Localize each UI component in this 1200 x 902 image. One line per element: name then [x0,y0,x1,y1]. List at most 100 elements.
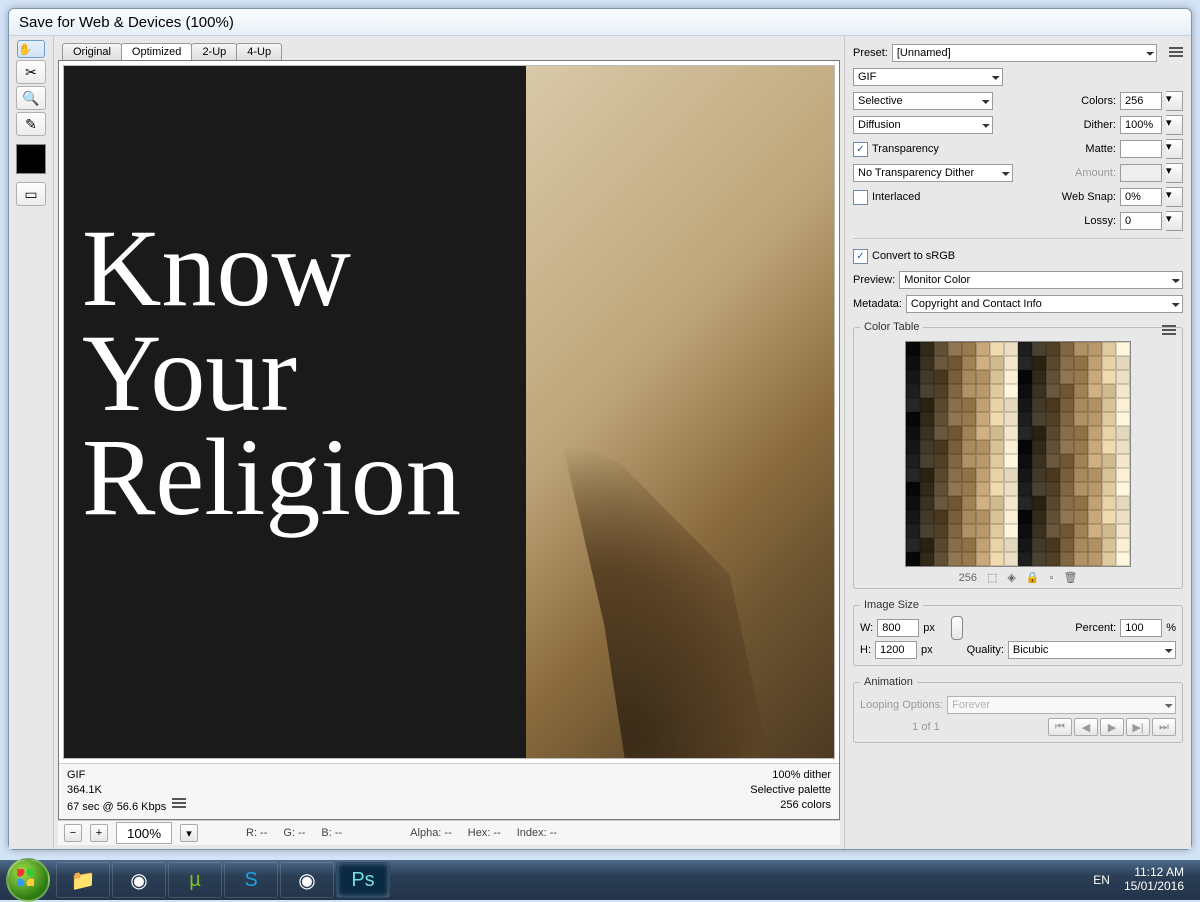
color-swatch[interactable] [1060,426,1074,440]
color-swatch[interactable] [906,426,920,440]
color-swatch[interactable] [1074,482,1088,496]
color-swatch[interactable] [1074,552,1088,566]
color-swatch[interactable] [1060,440,1074,454]
color-swatch[interactable] [962,468,976,482]
color-swatch[interactable] [906,454,920,468]
color-swatch[interactable] [1102,398,1116,412]
color-swatch[interactable] [1088,342,1102,356]
color-swatch[interactable] [1032,356,1046,370]
color-swatch[interactable] [920,356,934,370]
color-swatch[interactable] [1088,384,1102,398]
color-swatch[interactable] [976,454,990,468]
color-swatch[interactable] [906,482,920,496]
color-swatch[interactable] [1032,454,1046,468]
transparency-checkbox[interactable]: ✓ [853,142,868,157]
color-swatch[interactable] [962,440,976,454]
taskbar-photoshop-icon[interactable]: Ps [336,862,390,898]
ct-trash-icon[interactable]: 🗑 [1063,571,1077,584]
color-swatch[interactable] [1074,440,1088,454]
zoom-tool[interactable]: 🔍 [16,86,46,110]
color-swatch[interactable] [1102,496,1116,510]
color-swatch[interactable] [990,412,1004,426]
color-swatch[interactable] [1004,398,1018,412]
color-swatch[interactable] [976,510,990,524]
colors-input[interactable] [1120,92,1162,110]
zoom-out-button[interactable]: − [64,824,82,842]
color-swatch[interactable] [1074,384,1088,398]
tray-clock[interactable]: 11:12 AM15/01/2016 [1124,866,1184,894]
color-swatch[interactable] [1102,384,1116,398]
ct-map-icon[interactable]: ⬚ [987,571,997,584]
lossy-spinner[interactable]: ▾ [1166,211,1183,231]
color-swatch[interactable] [1088,398,1102,412]
color-swatch[interactable] [1088,524,1102,538]
color-swatch[interactable] [1046,370,1060,384]
download-time-menu-icon[interactable] [172,798,186,810]
color-swatch[interactable] [948,510,962,524]
color-swatch[interactable] [990,342,1004,356]
ct-new-icon[interactable]: ▫ [1050,572,1054,584]
color-swatch[interactable] [934,384,948,398]
tray-lang[interactable]: EN [1093,873,1110,887]
color-swatch[interactable] [1074,398,1088,412]
color-table-grid[interactable] [905,341,1131,567]
colortable-flyout-icon[interactable] [1162,325,1176,337]
color-swatch[interactable] [920,552,934,566]
color-swatch[interactable] [1004,356,1018,370]
color-swatch[interactable] [1060,468,1074,482]
matte-spinner[interactable]: ▾ [1166,139,1183,159]
color-swatch[interactable] [906,398,920,412]
color-swatch[interactable] [1102,370,1116,384]
color-swatch[interactable] [1004,524,1018,538]
metadata-select[interactable]: Copyright and Contact Info [906,295,1183,313]
color-swatch[interactable] [948,538,962,552]
color-swatch[interactable] [1018,384,1032,398]
color-swatch[interactable] [906,496,920,510]
color-swatch[interactable] [1102,356,1116,370]
taskbar-explorer-icon[interactable]: 📁 [56,862,110,898]
color-swatch[interactable] [1046,440,1060,454]
color-swatch[interactable] [948,370,962,384]
color-swatch[interactable] [1060,412,1074,426]
color-swatch[interactable] [934,342,948,356]
color-swatch[interactable] [948,482,962,496]
tab-original[interactable]: Original [62,43,122,60]
color-swatch[interactable] [990,356,1004,370]
color-swatch[interactable] [1004,426,1018,440]
height-input[interactable] [875,641,917,659]
color-swatch[interactable] [934,412,948,426]
color-swatch[interactable] [1116,384,1130,398]
color-swatch[interactable] [990,538,1004,552]
color-swatch[interactable] [920,370,934,384]
color-swatch[interactable] [976,356,990,370]
color-swatch[interactable] [976,552,990,566]
zoom-menu-button[interactable]: ▾ [180,824,198,842]
color-swatch[interactable] [976,440,990,454]
tab-4up[interactable]: 4-Up [236,43,282,60]
quality-select[interactable]: Bicubic [1008,641,1176,659]
color-swatch[interactable] [920,538,934,552]
color-swatch[interactable] [1060,482,1074,496]
color-swatch[interactable] [1074,496,1088,510]
color-swatch[interactable] [1018,342,1032,356]
color-swatch[interactable] [1060,538,1074,552]
color-swatch[interactable] [1004,370,1018,384]
color-swatch[interactable] [1088,552,1102,566]
color-swatch[interactable] [906,524,920,538]
color-swatch[interactable] [1074,356,1088,370]
color-swatch[interactable] [1018,468,1032,482]
color-swatch[interactable] [976,496,990,510]
color-swatch[interactable] [1004,468,1018,482]
color-swatch[interactable] [1088,356,1102,370]
zoom-in-button[interactable]: + [90,824,108,842]
color-swatch[interactable] [934,426,948,440]
color-swatch[interactable] [976,370,990,384]
color-swatch[interactable] [1116,552,1130,566]
zoom-level-input[interactable] [116,822,172,844]
color-swatch[interactable] [934,510,948,524]
color-swatch[interactable] [990,524,1004,538]
color-swatch[interactable] [1074,510,1088,524]
color-swatch[interactable] [1032,370,1046,384]
color-swatch[interactable] [962,482,976,496]
color-swatch[interactable] [962,552,976,566]
